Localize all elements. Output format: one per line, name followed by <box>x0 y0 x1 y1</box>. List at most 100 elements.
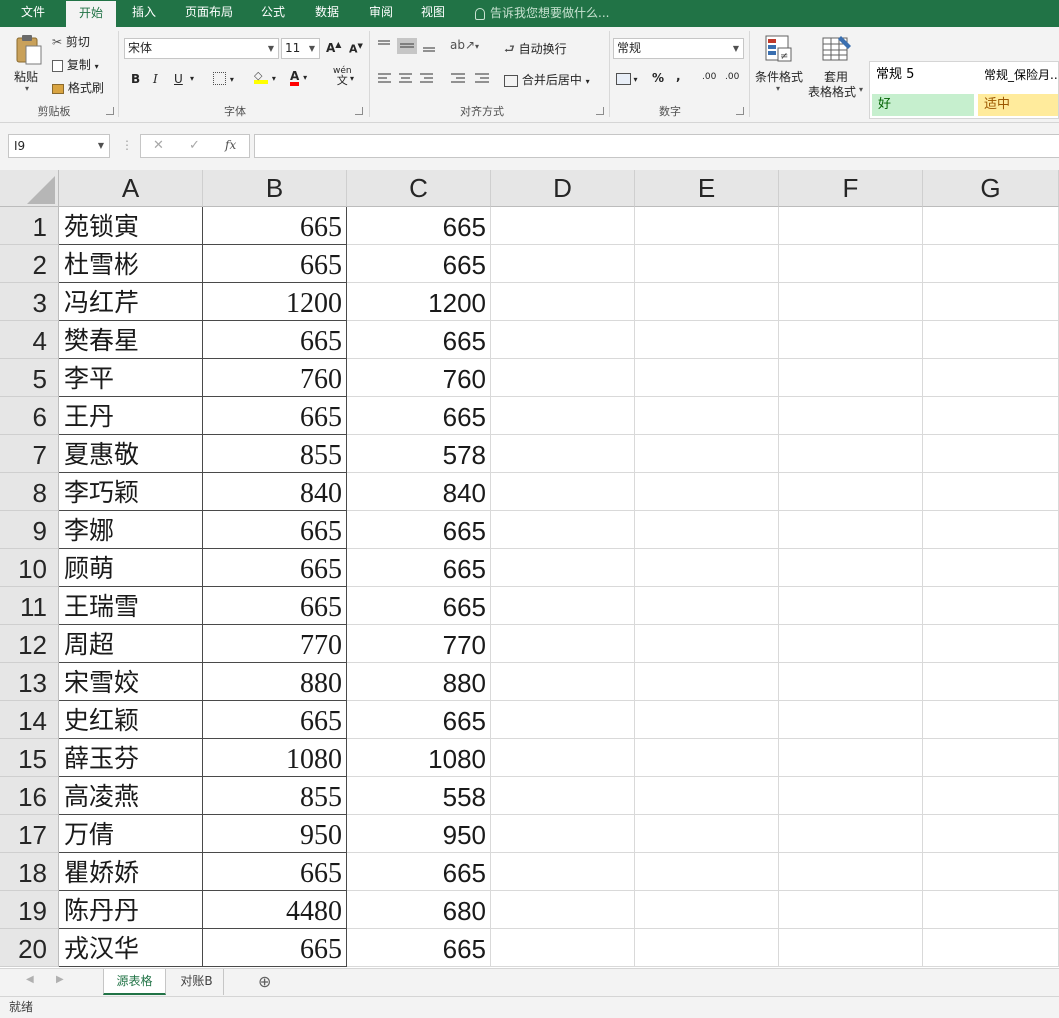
column-header-g[interactable]: G <box>923 170 1059 207</box>
column-header-f[interactable]: F <box>779 170 923 207</box>
row-header[interactable]: 10 <box>0 549 59 587</box>
row-header[interactable]: 9 <box>0 511 59 549</box>
cell-empty[interactable] <box>635 397 779 435</box>
italic-button[interactable]: I <box>153 72 158 86</box>
cell-amount-c[interactable]: 558 <box>347 777 491 815</box>
number-dialog-launcher-icon[interactable] <box>736 107 744 115</box>
cell-empty[interactable] <box>779 891 923 929</box>
row-header[interactable]: 5 <box>0 359 59 397</box>
scroll-next-sheet-icon[interactable]: ▶ <box>56 974 64 985</box>
cell-empty[interactable] <box>779 777 923 815</box>
cell-empty[interactable] <box>779 511 923 549</box>
cell-empty[interactable] <box>779 663 923 701</box>
row-header[interactable]: 16 <box>0 777 59 815</box>
bold-button[interactable]: B <box>131 72 140 86</box>
cell-name[interactable]: 薛玉芬 <box>59 739 203 777</box>
cell-empty[interactable] <box>779 283 923 321</box>
cell-empty[interactable] <box>635 891 779 929</box>
row-header[interactable]: 2 <box>0 245 59 283</box>
row-header[interactable]: 17 <box>0 815 59 853</box>
cell-empty[interactable] <box>491 321 635 359</box>
cell-empty[interactable] <box>779 473 923 511</box>
cell-empty[interactable] <box>491 283 635 321</box>
row-header[interactable]: 4 <box>0 321 59 359</box>
cell-empty[interactable] <box>923 359 1059 397</box>
cell-empty[interactable] <box>491 625 635 663</box>
cell-name[interactable]: 瞿娇娇 <box>59 853 203 891</box>
font-name-select[interactable]: 宋体 ▼ <box>124 38 279 59</box>
cell-amount-c[interactable]: 680 <box>347 891 491 929</box>
cell-empty[interactable] <box>923 815 1059 853</box>
paste-button[interactable]: 粘贴 ▾ <box>8 32 50 98</box>
row-header[interactable]: 3 <box>0 283 59 321</box>
percent-style-button[interactable]: % <box>652 71 664 85</box>
cell-name[interactable]: 宋雪姣 <box>59 663 203 701</box>
row-header[interactable]: 14 <box>0 701 59 739</box>
cell-empty[interactable] <box>923 321 1059 359</box>
cell-empty[interactable] <box>635 853 779 891</box>
cell-amount-b[interactable]: 665 <box>203 587 347 625</box>
cell-amount-c[interactable]: 665 <box>347 549 491 587</box>
tab-view[interactable]: 视图 <box>410 0 456 27</box>
row-header[interactable]: 6 <box>0 397 59 435</box>
row-header[interactable]: 19 <box>0 891 59 929</box>
cell-empty[interactable] <box>779 853 923 891</box>
style-normal-5[interactable]: 常规 5 <box>870 64 974 86</box>
cell-empty[interactable] <box>491 739 635 777</box>
cell-amount-c[interactable]: 665 <box>347 245 491 283</box>
cell-name[interactable]: 陈丹丹 <box>59 891 203 929</box>
cell-name[interactable]: 周超 <box>59 625 203 663</box>
font-size-select[interactable]: 11 ▼ <box>281 38 320 59</box>
cell-empty[interactable] <box>923 891 1059 929</box>
cell-name[interactable]: 夏惠敬 <box>59 435 203 473</box>
cell-amount-b[interactable]: 665 <box>203 397 347 435</box>
column-header-d[interactable]: D <box>491 170 635 207</box>
cell-amount-c[interactable]: 665 <box>347 853 491 891</box>
font-dialog-launcher-icon[interactable] <box>355 107 363 115</box>
cell-empty[interactable] <box>779 435 923 473</box>
accounting-format-button[interactable]: ▾ <box>616 71 638 85</box>
cell-name[interactable]: 樊春星 <box>59 321 203 359</box>
cell-amount-b[interactable]: 880 <box>203 663 347 701</box>
cell-amount-c[interactable]: 770 <box>347 625 491 663</box>
orientation-button[interactable]: ab↗▾ <box>450 38 479 52</box>
format-painter-button[interactable]: 格式刷 <box>52 79 104 96</box>
column-header-a[interactable]: A <box>59 170 203 207</box>
cell-amount-c[interactable]: 665 <box>347 397 491 435</box>
cell-name[interactable]: 戎汉华 <box>59 929 203 967</box>
cell-amount-b[interactable]: 1080 <box>203 739 347 777</box>
cell-empty[interactable] <box>923 397 1059 435</box>
enter-icon[interactable]: ✓ <box>189 138 200 153</box>
cell-amount-c[interactable]: 840 <box>347 473 491 511</box>
cell-empty[interactable] <box>491 435 635 473</box>
cell-empty[interactable] <box>923 207 1059 245</box>
cell-amount-b[interactable]: 665 <box>203 701 347 739</box>
cell-empty[interactable] <box>635 701 779 739</box>
cell-empty[interactable] <box>923 473 1059 511</box>
comma-style-button[interactable]: , <box>676 69 681 83</box>
cell-empty[interactable] <box>491 815 635 853</box>
wrap-text-button[interactable]: ⮐ 自动换行 <box>504 40 567 61</box>
row-header[interactable]: 8 <box>0 473 59 511</box>
cell-empty[interactable] <box>779 245 923 283</box>
cell-empty[interactable] <box>635 245 779 283</box>
cell-amount-b[interactable]: 950 <box>203 815 347 853</box>
cut-button[interactable]: ✂ 剪切 <box>52 33 90 50</box>
row-header[interactable]: 12 <box>0 625 59 663</box>
style-neutral[interactable]: 适中 <box>978 94 1058 116</box>
add-sheet-icon[interactable]: ⊕ <box>258 972 271 991</box>
cell-empty[interactable] <box>635 929 779 967</box>
cancel-icon[interactable]: ✕ <box>153 138 164 153</box>
cell-empty[interactable] <box>491 511 635 549</box>
increase-decimal-button[interactable]: .00 <box>702 72 716 82</box>
cell-amount-c[interactable]: 665 <box>347 587 491 625</box>
phonetic-dropdown-icon[interactable]: ▾ <box>350 74 354 83</box>
cell-empty[interactable] <box>635 435 779 473</box>
cell-amount-b[interactable]: 840 <box>203 473 347 511</box>
cell-amount-b[interactable]: 665 <box>203 245 347 283</box>
tab-home[interactable]: 开始 <box>66 1 116 27</box>
underline-button[interactable]: U <box>174 72 183 86</box>
cell-empty[interactable] <box>923 245 1059 283</box>
vertical-align-icons[interactable] <box>377 38 443 54</box>
cell-amount-b[interactable]: 760 <box>203 359 347 397</box>
